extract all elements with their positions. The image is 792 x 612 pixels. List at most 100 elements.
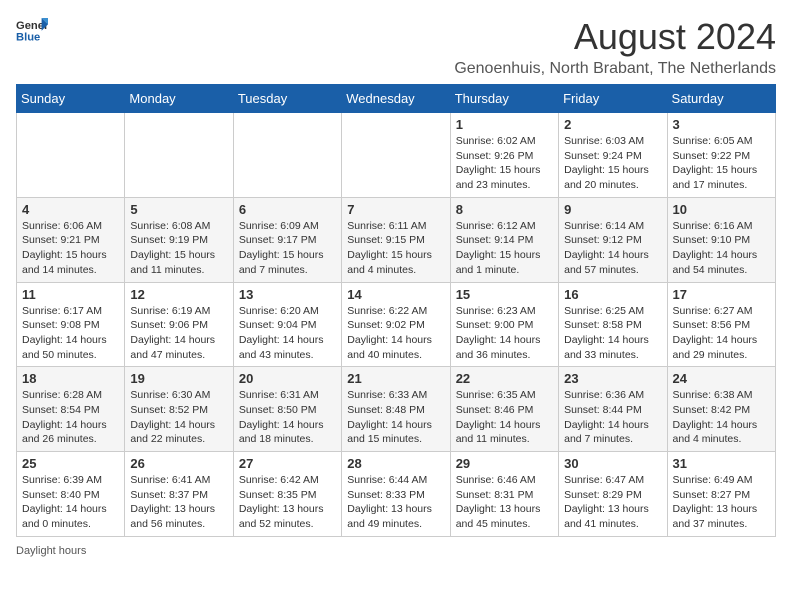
day-info: Sunrise: 6:42 AM Sunset: 8:35 PM Dayligh… <box>239 473 336 532</box>
day-number: 31 <box>673 456 770 471</box>
calendar-cell: 23 Sunrise: 6:36 AM Sunset: 8:44 PM Dayli… <box>559 367 667 452</box>
day-info: Sunrise: 6:44 AM Sunset: 8:33 PM Dayligh… <box>347 473 444 532</box>
day-info: Sunrise: 6:33 AM Sunset: 8:48 PM Dayligh… <box>347 388 444 447</box>
calendar-cell: 22 Sunrise: 6:35 AM Sunset: 8:46 PM Dayli… <box>450 367 558 452</box>
footer-note: Daylight hours <box>16 545 776 557</box>
day-number: 7 <box>347 202 444 217</box>
day-info: Sunrise: 6:06 AM Sunset: 9:21 PM Dayligh… <box>22 219 119 278</box>
day-info: Sunrise: 6:09 AM Sunset: 9:17 PM Dayligh… <box>239 219 336 278</box>
day-number: 25 <box>22 456 119 471</box>
day-number: 12 <box>130 287 227 302</box>
day-info: Sunrise: 6:35 AM Sunset: 8:46 PM Dayligh… <box>456 388 553 447</box>
day-info: Sunrise: 6:02 AM Sunset: 9:26 PM Dayligh… <box>456 134 553 193</box>
calendar-cell: 27 Sunrise: 6:42 AM Sunset: 8:35 PM Dayli… <box>233 452 341 537</box>
calendar-cell: 1 Sunrise: 6:02 AM Sunset: 9:26 PM Daylig… <box>450 113 558 198</box>
logo-icon: General Blue <box>16 16 48 44</box>
logo: General Blue <box>16 16 48 44</box>
calendar-week-row: 25 Sunrise: 6:39 AM Sunset: 8:40 PM Dayli… <box>17 452 776 537</box>
day-number: 1 <box>456 117 553 132</box>
day-number: 18 <box>22 371 119 386</box>
calendar-cell: 4 Sunrise: 6:06 AM Sunset: 9:21 PM Daylig… <box>17 197 125 282</box>
day-info: Sunrise: 6:38 AM Sunset: 8:42 PM Dayligh… <box>673 388 770 447</box>
calendar-cell: 26Sunrise: 6:41 AM Sunset: 8:37 PM Dayli… <box>125 452 233 537</box>
day-info: Sunrise: 6:23 AM Sunset: 9:00 PM Dayligh… <box>456 304 553 363</box>
day-info: Sunrise: 6:25 AM Sunset: 8:58 PM Dayligh… <box>564 304 661 363</box>
day-info: Sunrise: 6:22 AM Sunset: 9:02 PM Dayligh… <box>347 304 444 363</box>
day-number: 11 <box>22 287 119 302</box>
calendar-cell: 12Sunrise: 6:19 AM Sunset: 9:06 PM Dayli… <box>125 282 233 367</box>
calendar-cell: 11 Sunrise: 6:17 AM Sunset: 9:08 PM Dayli… <box>17 282 125 367</box>
calendar-cell: 21Sunrise: 6:33 AM Sunset: 8:48 PM Dayli… <box>342 367 450 452</box>
location-subtitle: Genoenhuis, North Brabant, The Netherlan… <box>454 60 776 78</box>
day-number: 30 <box>564 456 661 471</box>
calendar-cell: 31 Sunrise: 6:49 AM Sunset: 8:27 PM Dayli… <box>667 452 775 537</box>
calendar-cell <box>233 113 341 198</box>
calendar-cell: 19 Sunrise: 6:30 AM Sunset: 8:52 PM Dayli… <box>125 367 233 452</box>
day-info: Sunrise: 6:36 AM Sunset: 8:44 PM Dayligh… <box>564 388 661 447</box>
day-number: 23 <box>564 371 661 386</box>
day-number: 4 <box>22 202 119 217</box>
calendar-cell: 16Sunrise: 6:25 AM Sunset: 8:58 PM Dayli… <box>559 282 667 367</box>
day-info: Sunrise: 6:17 AM Sunset: 9:08 PM Dayligh… <box>22 304 119 363</box>
calendar-week-row: 18Sunrise: 6:28 AM Sunset: 8:54 PM Dayli… <box>17 367 776 452</box>
day-info: Sunrise: 6:05 AM Sunset: 9:22 PM Dayligh… <box>673 134 770 193</box>
day-number: 19 <box>130 371 227 386</box>
day-number: 8 <box>456 202 553 217</box>
calendar-cell: 6 Sunrise: 6:09 AM Sunset: 9:17 PM Daylig… <box>233 197 341 282</box>
day-info: Sunrise: 6:39 AM Sunset: 8:40 PM Dayligh… <box>22 473 119 532</box>
day-info: Sunrise: 6:16 AM Sunset: 9:10 PM Dayligh… <box>673 219 770 278</box>
day-number: 27 <box>239 456 336 471</box>
calendar-cell: 18Sunrise: 6:28 AM Sunset: 8:54 PM Dayli… <box>17 367 125 452</box>
day-info: Sunrise: 6:03 AM Sunset: 9:24 PM Dayligh… <box>564 134 661 193</box>
day-info: Sunrise: 6:08 AM Sunset: 9:19 PM Dayligh… <box>130 219 227 278</box>
day-number: 9 <box>564 202 661 217</box>
day-number: 17 <box>673 287 770 302</box>
calendar-cell: 14 Sunrise: 6:22 AM Sunset: 9:02 PM Dayli… <box>342 282 450 367</box>
day-number: 15 <box>456 287 553 302</box>
month-year-title: August 2024 <box>454 16 776 58</box>
calendar-cell: 24 Sunrise: 6:38 AM Sunset: 8:42 PM Dayli… <box>667 367 775 452</box>
calendar-cell: 15 Sunrise: 6:23 AM Sunset: 9:00 PM Dayli… <box>450 282 558 367</box>
calendar-week-row: 4 Sunrise: 6:06 AM Sunset: 9:21 PM Daylig… <box>17 197 776 282</box>
day-info: Sunrise: 6:30 AM Sunset: 8:52 PM Dayligh… <box>130 388 227 447</box>
day-number: 20 <box>239 371 336 386</box>
day-number: 22 <box>456 371 553 386</box>
day-number: 10 <box>673 202 770 217</box>
day-info: Sunrise: 6:49 AM Sunset: 8:27 PM Dayligh… <box>673 473 770 532</box>
calendar-cell: 30 Sunrise: 6:47 AM Sunset: 8:29 PM Dayli… <box>559 452 667 537</box>
col-header-saturday: Saturday <box>667 85 775 113</box>
calendar-cell: 9Sunrise: 6:14 AM Sunset: 9:12 PM Daylig… <box>559 197 667 282</box>
calendar-week-row: 1 Sunrise: 6:02 AM Sunset: 9:26 PM Daylig… <box>17 113 776 198</box>
calendar-cell: 20Sunrise: 6:31 AM Sunset: 8:50 PM Dayli… <box>233 367 341 452</box>
day-number: 24 <box>673 371 770 386</box>
col-header-sunday: Sunday <box>17 85 125 113</box>
col-header-thursday: Thursday <box>450 85 558 113</box>
calendar-cell: 29 Sunrise: 6:46 AM Sunset: 8:31 PM Dayli… <box>450 452 558 537</box>
day-info: Sunrise: 6:20 AM Sunset: 9:04 PM Dayligh… <box>239 304 336 363</box>
calendar-cell <box>342 113 450 198</box>
day-number: 29 <box>456 456 553 471</box>
col-header-tuesday: Tuesday <box>233 85 341 113</box>
day-number: 3 <box>673 117 770 132</box>
day-info: Sunrise: 6:41 AM Sunset: 8:37 PM Dayligh… <box>130 473 227 532</box>
calendar-cell: 5 Sunrise: 6:08 AM Sunset: 9:19 PM Daylig… <box>125 197 233 282</box>
calendar-cell: 2Sunrise: 6:03 AM Sunset: 9:24 PM Daylig… <box>559 113 667 198</box>
day-number: 28 <box>347 456 444 471</box>
calendar-cell: 17 Sunrise: 6:27 AM Sunset: 8:56 PM Dayli… <box>667 282 775 367</box>
page-header: General Blue August 2024 Genoenhuis, Nor… <box>16 16 776 78</box>
calendar-cell: 25 Sunrise: 6:39 AM Sunset: 8:40 PM Dayli… <box>17 452 125 537</box>
day-number: 14 <box>347 287 444 302</box>
day-number: 5 <box>130 202 227 217</box>
calendar-header-row: SundayMondayTuesdayWednesdayThursdayFrid… <box>17 85 776 113</box>
day-info: Sunrise: 6:27 AM Sunset: 8:56 PM Dayligh… <box>673 304 770 363</box>
day-info: Sunrise: 6:11 AM Sunset: 9:15 PM Dayligh… <box>347 219 444 278</box>
svg-text:Blue: Blue <box>16 31 40 43</box>
day-info: Sunrise: 6:46 AM Sunset: 8:31 PM Dayligh… <box>456 473 553 532</box>
calendar-cell: 10 Sunrise: 6:16 AM Sunset: 9:10 PM Dayli… <box>667 197 775 282</box>
col-header-wednesday: Wednesday <box>342 85 450 113</box>
col-header-friday: Friday <box>559 85 667 113</box>
day-number: 6 <box>239 202 336 217</box>
day-info: Sunrise: 6:12 AM Sunset: 9:14 PM Dayligh… <box>456 219 553 278</box>
calendar-cell: 7 Sunrise: 6:11 AM Sunset: 9:15 PM Daylig… <box>342 197 450 282</box>
day-info: Sunrise: 6:47 AM Sunset: 8:29 PM Dayligh… <box>564 473 661 532</box>
